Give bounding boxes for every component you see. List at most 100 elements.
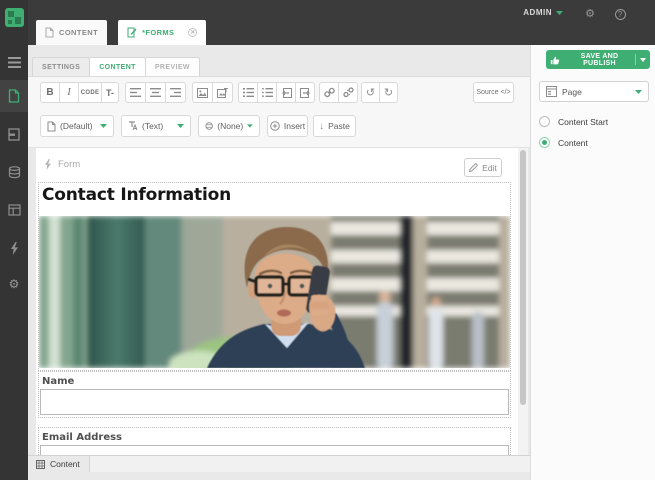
form-field-block[interactable]: Name [38, 371, 511, 418]
placement-option-content[interactable]: Content [539, 137, 588, 148]
ordered-list-button[interactable] [238, 82, 258, 103]
italic-label: I [67, 87, 71, 98]
field-label: Name [42, 376, 75, 387]
content-block-icon [36, 459, 45, 469]
layout-icon [7, 204, 21, 216]
edit-widget-button[interactable]: Edit [464, 158, 502, 177]
tab-settings[interactable]: SETTINGS [32, 57, 91, 77]
document-tabs: CONTENT *FORMS ✕ [36, 20, 207, 45]
indent-button[interactable] [295, 82, 315, 103]
tab-preview[interactable]: PREVIEW [144, 57, 200, 77]
clear-format-button[interactable]: T- [101, 82, 119, 103]
source-code-icon: </> [500, 89, 511, 96]
sidebar-item-settings[interactable]: ⚙ [0, 268, 28, 300]
outdent-button[interactable] [276, 82, 296, 103]
paste-button[interactable]: ↓ Paste [313, 115, 356, 137]
editor-scrollbar-thumb[interactable] [520, 150, 526, 405]
redo-button[interactable]: ↻ [379, 82, 398, 103]
insert-button[interactable]: Insert [267, 115, 308, 137]
placement-option-content-start[interactable]: Content Start [539, 116, 608, 127]
sidebar-item-data[interactable] [0, 156, 28, 188]
form-field-block[interactable]: Email Address [38, 427, 511, 455]
app-logo[interactable] [5, 8, 24, 27]
radio-selected-icon [539, 137, 550, 148]
insert-toolbar: (Default) (Text) (None) Insert ↓ Paste [40, 115, 356, 137]
help-icon: ? [614, 8, 626, 20]
placement-label: Content [558, 137, 588, 148]
form-title: Contact Information [42, 185, 231, 205]
chevron-down-icon [556, 10, 563, 15]
ordered-list-icon [242, 88, 254, 97]
bullet-list-button[interactable] [257, 82, 277, 103]
module-icon [8, 127, 20, 141]
style-dropdown-value: (Default) [60, 121, 93, 131]
save-and-publish-button[interactable]: SAVE AND PUBLISH [546, 50, 650, 69]
tab-label: CONTENT [59, 28, 99, 37]
help-button[interactable]: ? [613, 7, 627, 21]
tab-label: *FORMS [142, 28, 175, 37]
align-right-button[interactable] [165, 82, 186, 103]
paste-label: Paste [328, 121, 350, 131]
gear-icon: ⚙ [585, 7, 595, 20]
form-pen-icon [127, 27, 137, 38]
style-dropdown[interactable]: (Default) [40, 115, 114, 137]
link-button[interactable] [319, 82, 339, 103]
code-button[interactable]: CODE [78, 82, 102, 103]
tab-forms[interactable]: *FORMS ✕ [118, 20, 207, 45]
code-label: CODE [80, 89, 100, 96]
text-style-dropdown[interactable]: (Text) [121, 115, 191, 137]
path-item-content[interactable]: Content [28, 456, 90, 472]
close-icon[interactable]: ✕ [188, 28, 198, 37]
lightning-icon [10, 241, 19, 255]
insert-image-button[interactable] [192, 82, 213, 103]
box-arrow-out-icon [299, 87, 310, 98]
form-title-block[interactable]: Contact Information [38, 182, 511, 371]
placement-label: Content Start [558, 116, 609, 127]
align-left-button[interactable] [125, 82, 146, 103]
page-dropdown[interactable]: Page [539, 81, 649, 102]
field-label: Email Address [42, 432, 123, 443]
sidebar-item-actions[interactable] [0, 232, 28, 264]
caret-down-icon [640, 57, 646, 62]
unlink-button[interactable] [338, 82, 358, 103]
undo-button[interactable]: ↺ [361, 82, 380, 103]
bullet-list-icon [261, 88, 273, 97]
sidebar-item-menu[interactable] [0, 46, 28, 78]
tab-label: PREVIEW [154, 63, 190, 71]
page-style-icon [47, 121, 56, 131]
align-right-icon [170, 88, 181, 97]
sidebar-item-modules[interactable] [0, 118, 28, 150]
bold-label: B [46, 87, 54, 98]
font-icon [129, 121, 138, 131]
tab-label: CONTENT [99, 63, 136, 71]
chevron-down-icon [100, 124, 107, 128]
image-icon [197, 87, 208, 98]
source-button[interactable]: Source </> [473, 82, 514, 103]
name-field[interactable] [40, 389, 509, 415]
editor-canvas[interactable]: Form Edit Contact Information Name Email… [36, 148, 518, 455]
image-manager-button[interactable] [212, 82, 233, 103]
sidebar-item-pages[interactable] [0, 80, 28, 112]
database-icon [8, 165, 21, 179]
tab-content[interactable]: CONTENT [36, 20, 108, 45]
redo-icon: ↻ [383, 87, 394, 99]
italic-button[interactable]: I [59, 82, 79, 103]
bold-button[interactable]: B [40, 82, 60, 103]
widget-header: Form [44, 159, 80, 170]
tab-label: SETTINGS [42, 63, 81, 71]
unlink-icon [342, 87, 354, 98]
editor-tabs: SETTINGS CONTENT PREVIEW [32, 57, 200, 77]
wrap-dropdown[interactable]: (None) [198, 115, 260, 137]
user-menu[interactable]: ADMIN [523, 8, 563, 17]
tab-content-editor[interactable]: CONTENT [89, 57, 146, 77]
format-toolbar: B I CODE T- ↺ ↻ [40, 82, 398, 103]
settings-gear-button[interactable]: ⚙ [583, 7, 597, 21]
save-label: SAVE AND PUBLISH [580, 52, 619, 67]
circle-plus-icon [270, 121, 280, 131]
save-options-caret[interactable] [636, 57, 650, 62]
align-center-button[interactable] [145, 82, 166, 103]
sidebar-item-layouts[interactable] [0, 194, 28, 226]
hamburger-icon [7, 56, 21, 68]
email-field[interactable] [40, 445, 509, 455]
chevron-down-icon [247, 124, 253, 128]
